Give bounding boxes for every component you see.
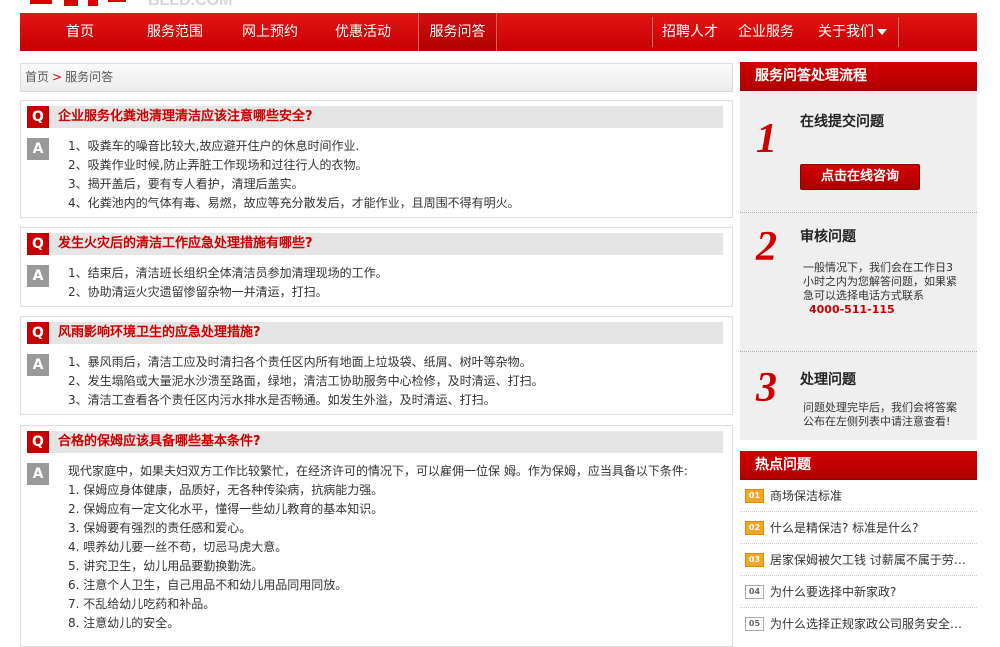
hot-questions-title: 热点问题 — [740, 451, 977, 480]
qa-item: Q 企业服务化粪池清理清洁应该注意哪些安全? A 1、吸粪车的噪音比较大,故应避… — [20, 100, 733, 218]
answer-line: 1、吸粪车的噪音比较大,故应避开住户的休息时间作业. — [68, 139, 360, 153]
online-consult-button[interactable]: 点击在线咨询 — [800, 164, 920, 190]
logo-mark-icon — [30, 0, 126, 6]
qa-item: Q 风雨影响环境卫生的应急处理措施? A 1、暴风雨后，清洁工应及时清扫各个责任… — [20, 316, 733, 415]
answer-line: 3、揭开盖后，要有专人看护，清理后盖实。 — [68, 177, 304, 191]
nav-item-service-scope[interactable]: 服务范围 — [130, 13, 220, 51]
answer-line: 2、协助清运火灾遗留惨留杂物一并清运，打扫。 — [68, 285, 328, 299]
question-bar: Q 风雨影响环境卫生的应急处理措施? — [27, 322, 723, 344]
question-bar: Q 合格的保姆应该具备哪些基本条件? — [27, 431, 723, 453]
hot-questions-panel: 热点问题 01 商场保洁标准 02 什么是精保洁? 标准是什么? 03 居家保姆… — [740, 451, 977, 641]
answer-text: 1、吸粪车的噪音比较大,故应避开住户的休息时间作业. 2、吸粪作业时候,防止弄脏… — [68, 137, 520, 213]
answer-line: 4. 喂养幼儿要一丝不苟，切忌马虎大意。 — [68, 540, 288, 554]
nav-divider — [898, 17, 899, 47]
answer-icon: A — [27, 354, 49, 376]
answer-text: 1、结束后，清洁班长组织全体清洁员参加清理现场的工作。 2、协助清运火灾遗留惨留… — [68, 264, 388, 302]
answer-line: 8. 注意幼儿的安全。 — [68, 616, 180, 630]
answer-line: 1、暴风雨后，清洁工应及时清扫各个责任区内所有地面上垃圾袋、纸屑、树叶等杂物。 — [68, 355, 532, 369]
hot-question-item[interactable]: 01 商场保洁标准 — [740, 480, 977, 512]
divider — [740, 351, 977, 352]
answer-line: 1、结束后，清洁班长组织全体清洁员参加清理现场的工作。 — [68, 266, 388, 280]
answer-line: 1. 保姆应身体健康，品质好，无各种传染病，抗病能力强。 — [68, 483, 384, 497]
hot-question-item[interactable]: 05 为什么选择正规家政公司服务安全有保障 — [740, 608, 977, 640]
logo-domain-text: BLLD.COM — [148, 0, 233, 9]
nav-item-enterprise-service[interactable]: 企业服务 — [730, 13, 802, 51]
hotline-number: 4000-511-115 — [809, 303, 895, 316]
answer-line: 5. 讲究卫生，幼儿用品要勤换勤洗。 — [68, 559, 264, 573]
question-title: 企业服务化粪池清理清洁应该注意哪些安全? — [58, 109, 313, 124]
question-title: 合格的保姆应该具备哪些基本条件? — [58, 434, 261, 449]
nav-item-service-qa[interactable]: 服务问答 — [418, 13, 497, 51]
question-bar: Q 企业服务化粪池清理清洁应该注意哪些安全? — [27, 106, 723, 128]
qa-item: Q 合格的保姆应该具备哪些基本条件? A 现代家庭中，如果夫妇双方工作比较繁忙，… — [20, 425, 733, 647]
qa-item: Q 发生火灾后的清洁工作应急处理措施有哪些? A 1、结束后，清洁班长组织全体清… — [20, 227, 733, 307]
question-bar: Q 发生火灾后的清洁工作应急处理措施有哪些? — [27, 233, 723, 255]
nav-item-online-booking[interactable]: 网上预约 — [225, 13, 315, 51]
breadcrumb: 首页 > 服务问答 — [20, 63, 733, 92]
question-title: 发生火灾后的清洁工作应急处理措施有哪些? — [58, 236, 313, 251]
main-nav: 首页 服务范围 网上预约 优惠活动 服务问答 招聘人才 企业服务 关于我们 — [20, 13, 977, 51]
question-icon: Q — [27, 322, 49, 344]
step-number: 1 — [756, 116, 777, 162]
rank-badge: 03 — [745, 553, 764, 567]
breadcrumb-home-link[interactable]: 首页 — [25, 70, 49, 84]
answer-line: 7. 不乱给幼儿吃药和补品。 — [68, 597, 216, 611]
rank-badge: 02 — [745, 521, 764, 535]
breadcrumb-current: 服务问答 — [65, 70, 114, 84]
answer-text: 1、暴风雨后，清洁工应及时清扫各个责任区内所有地面上垃圾袋、纸屑、树叶等杂物。 … — [68, 353, 544, 410]
nav-item-home[interactable]: 首页 — [40, 13, 120, 51]
step-description: 一般情况下，我们会在工作日3小时之内为您解答问题，如果紧急可以选择电话方式联系4… — [803, 261, 963, 317]
rank-badge: 01 — [745, 489, 764, 503]
rank-badge: 04 — [745, 585, 764, 599]
answer-icon: A — [27, 463, 49, 485]
rank-badge: 05 — [745, 617, 764, 631]
answer-line: 现代家庭中，如果夫妇双方工作比较繁忙，在经济许可的情况下，可以雇佣一位保 姆。作… — [68, 464, 688, 478]
question-icon: Q — [27, 233, 49, 255]
site-logo[interactable]: BLLD.COM — [30, 0, 250, 12]
answer-line: 6. 注意个人卫生，自己用品不和幼儿用品同用同放。 — [68, 578, 348, 592]
question-icon: Q — [27, 106, 49, 128]
answer-line: 2. 保姆应有一定文化水平，懂得一些幼儿教育的基本知识。 — [68, 502, 384, 516]
breadcrumb-separator: > — [52, 70, 63, 84]
answer-line: 2、发生塌陷或大量泥水沙溃至路面，绿地，清洁工协助服务中心检修，及时清运、打扫。 — [68, 374, 544, 388]
answer-line: 4、化粪池内的气体有毒、易燃，故应等充分散发后，才能作业，且周围不得有明火。 — [68, 196, 520, 210]
nav-item-about-us[interactable]: 关于我们 — [810, 13, 895, 51]
hot-question-link[interactable]: 什么是精保洁? 标准是什么? — [770, 519, 970, 536]
hot-question-link[interactable]: 为什么要选择中新家政? — [770, 583, 970, 600]
hot-question-link[interactable]: 商场保洁标准 — [770, 487, 970, 504]
nav-about-label: 关于我们 — [818, 24, 874, 40]
nav-item-recruitment[interactable]: 招聘人才 — [656, 13, 724, 51]
divider — [740, 212, 977, 213]
answer-line: 2、吸粪作业时候,防止弄脏工作现场和过往行人的衣物。 — [68, 158, 368, 172]
step-description: 问题处理完毕后，我们会将答案公布在左侧列表中请注意查看! — [803, 401, 957, 428]
step-title: 审核问题 — [800, 229, 856, 245]
step-number: 3 — [756, 365, 777, 411]
process-steps: 1 在线提交问题 点击在线咨询 2 审核问题 一般情况下，我们会在工作日3小时之… — [740, 91, 977, 440]
question-title: 风雨影响环境卫生的应急处理措施? — [58, 325, 261, 340]
answer-line: 3、清洁工查看各个责任区内污水排水是否畅通。如发生外溢，及时清运、打扫。 — [68, 393, 496, 407]
step-title: 处理问题 — [800, 372, 856, 388]
step-title: 在线提交问题 — [800, 114, 884, 130]
step-description-text: 一般情况下，我们会在工作日3小时之内为您解答问题，如果紧急可以选择电话方式联系 — [803, 261, 957, 302]
process-panel: 服务问答处理流程 1 在线提交问题 点击在线咨询 2 审核问题 一般情况下，我们… — [740, 62, 977, 440]
answer-icon: A — [27, 265, 49, 287]
answer-text: 现代家庭中，如果夫妇双方工作比较繁忙，在经济许可的情况下，可以雇佣一位保 姆。作… — [68, 462, 688, 633]
hot-question-item[interactable]: 04 为什么要选择中新家政? — [740, 576, 977, 608]
hot-question-item[interactable]: 02 什么是精保洁? 标准是什么? — [740, 512, 977, 544]
chevron-down-icon — [877, 29, 887, 35]
step-number: 2 — [756, 224, 777, 270]
answer-icon: A — [27, 138, 49, 160]
nav-item-promotions[interactable]: 优惠活动 — [318, 13, 408, 51]
answer-line: 3. 保姆要有强烈的责任感和爱心。 — [68, 521, 252, 535]
hot-question-link[interactable]: 为什么选择正规家政公司服务安全有保障 — [770, 615, 970, 632]
hot-question-item[interactable]: 03 居家保姆被欠工钱 讨薪属不属于劳务纠纷 — [740, 544, 977, 576]
hot-header-wrap: 热点问题 — [740, 451, 977, 480]
question-icon: Q — [27, 431, 49, 453]
process-panel-title: 服务问答处理流程 — [740, 62, 977, 91]
hot-question-link[interactable]: 居家保姆被欠工钱 讨薪属不属于劳务纠纷 — [770, 551, 970, 568]
nav-divider — [652, 17, 653, 47]
